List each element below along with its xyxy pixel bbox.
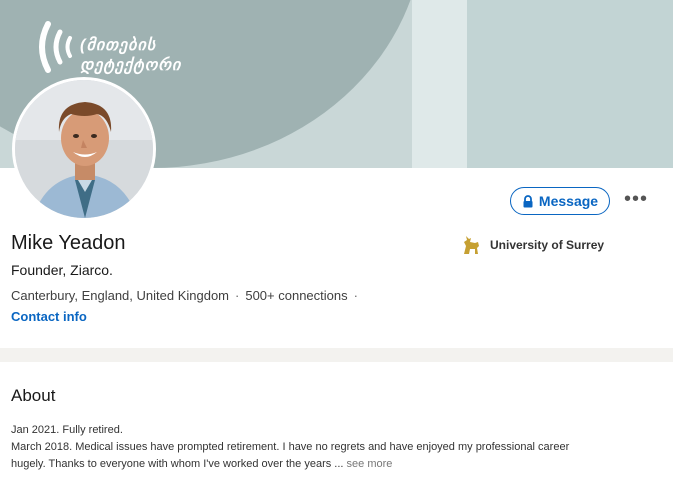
message-button[interactable]: Message <box>510 187 610 215</box>
logo-text-line2: დეტექტორი <box>80 57 182 74</box>
about-ellipsis: ... <box>331 458 344 470</box>
connections-count[interactable]: 500+ connections <box>245 288 347 303</box>
separator-dot: · <box>235 288 240 303</box>
about-text-line1: Jan 2021. Fully retired. <box>11 424 123 436</box>
profile-card: (მითების დეტექტორი Message ••• Mike Yead… <box>0 0 673 348</box>
watermark-logo: (მითების დეტექტორი <box>34 20 204 74</box>
profile-avatar[interactable] <box>12 77 156 221</box>
profile-name: Mike Yeadon <box>11 232 126 254</box>
about-section: About Jan 2021. Fully retired. March 201… <box>0 362 673 482</box>
lock-icon <box>523 194 533 207</box>
banner-right-panel <box>467 0 673 168</box>
profile-photo <box>15 80 153 218</box>
about-text-line3: hugely. Thanks to everyone with whom I'v… <box>11 458 392 470</box>
profile-headline: Founder, Ziarco. <box>11 262 113 278</box>
about-text-line2: March 2018. Medical issues have prompted… <box>11 441 570 453</box>
profile-location: Canterbury, England, United Kingdom <box>11 288 229 303</box>
university-name: University of Surrey <box>490 238 605 252</box>
banner-strip <box>412 0 467 168</box>
sound-waves-icon <box>39 21 72 73</box>
see-more-link[interactable]: see more <box>343 458 393 470</box>
about-title: About <box>11 386 56 405</box>
separator-dot-trailing: · <box>353 288 358 303</box>
location-line: Canterbury, England, United Kingdom · 500+… <box>11 288 364 303</box>
education-university[interactable]: University of Surrey <box>460 234 604 256</box>
message-button-label: Message <box>538 193 599 209</box>
university-logo-icon <box>464 236 479 254</box>
contact-info-link[interactable]: Contact info <box>11 309 87 324</box>
logo-text-line1: (მითების <box>80 37 156 54</box>
more-actions-button[interactable]: ••• <box>622 188 650 214</box>
about-text-line3-body: hugely. Thanks to everyone with whom I'v… <box>11 458 332 470</box>
